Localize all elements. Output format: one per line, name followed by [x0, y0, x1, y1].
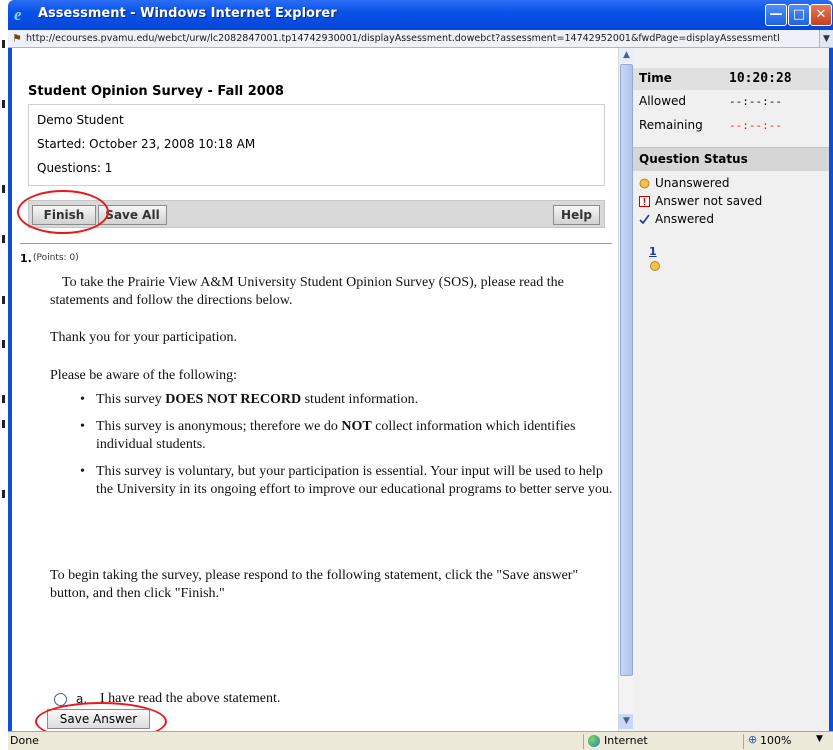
question-points: (Points: 0) — [33, 253, 79, 263]
time-label: Time — [639, 71, 672, 85]
browser-status-bar: Done Internet ⊕ 100% ▼ — [8, 731, 833, 750]
question-status-header: Question Status — [633, 147, 829, 171]
edge-mark — [2, 185, 5, 193]
intro-paragraph: To take the Prairie View A&M University … — [50, 275, 564, 308]
edge-mark — [2, 235, 5, 243]
unanswered-circle-icon — [650, 261, 660, 271]
help-button[interactable]: Help — [553, 205, 600, 225]
remaining-label: Remaining — [639, 118, 703, 132]
notice-item: This survey DOES NOT RECORD student info… — [72, 391, 617, 409]
vertical-scrollbar[interactable]: ▲ ▼ — [618, 48, 634, 731]
not-saved-icon — [639, 196, 650, 207]
status-separator — [743, 734, 744, 749]
close-icon: ✕ — [815, 7, 827, 22]
globe-icon — [588, 735, 600, 747]
maximize-icon: □ — [792, 7, 806, 22]
student-name: Demo Student — [37, 113, 124, 127]
notice-list: This survey DOES NOT RECORD student info… — [72, 391, 617, 508]
question-status-title: Question Status — [639, 152, 748, 166]
assessment-content: Student Opinion Survey - Fall 2008 Demo … — [12, 48, 618, 741]
finish-highlight-ring — [17, 190, 109, 234]
zoom-level[interactable]: 100% — [760, 734, 791, 747]
scroll-down-button[interactable]: ▼ — [619, 714, 634, 729]
status-separator — [583, 734, 584, 749]
notice-item: This survey is anonymous; therefore we d… — [72, 418, 617, 454]
maximize-button[interactable]: □ — [788, 4, 810, 26]
notice-item: This survey is voluntary, but your parti… — [72, 463, 617, 499]
security-zone: Internet — [604, 734, 648, 747]
zoom-dropdown-icon[interactable]: ▼ — [816, 734, 823, 744]
question-number: 1. — [20, 252, 32, 265]
edge-mark — [2, 296, 5, 304]
divider — [20, 243, 612, 244]
assessment-toolbar: Finish Save All Help — [28, 200, 605, 228]
edge-mark — [2, 340, 5, 348]
address-dropdown-button[interactable]: ▼ — [819, 30, 833, 47]
scroll-up-button[interactable]: ▲ — [619, 48, 634, 63]
checkmark-icon — [639, 214, 650, 225]
edge-mark — [2, 395, 5, 403]
instruction-paragraph: To begin taking the survey, please respo… — [50, 568, 579, 601]
thanks-paragraph: Thank you for your participation. — [50, 330, 238, 345]
address-bar[interactable]: ⚑ http://ecourses.pvamu.edu/webct/urw/lc… — [8, 30, 833, 48]
survey-title: Student Opinion Survey - Fall 2008 — [28, 84, 284, 99]
edge-mark — [2, 100, 5, 108]
chevron-down-icon: ▼ — [623, 716, 630, 726]
aware-paragraph: Please be aware of the following: — [50, 368, 237, 383]
allowed-value: --:--:-- — [729, 95, 782, 108]
time-value: 10:20:28 — [729, 71, 792, 86]
remaining-value: --:--:-- — [729, 119, 782, 132]
edge-mark — [2, 40, 5, 48]
unanswered-circle-icon — [639, 178, 650, 189]
address-url[interactable]: http://ecourses.pvamu.edu/webct/urw/lc20… — [26, 33, 780, 44]
started-time: Started: October 23, 2008 10:18 AM — [37, 137, 256, 151]
question-count: Questions: 1 — [37, 161, 113, 175]
assessment-info-box: Demo Student Started: October 23, 2008 1… — [28, 104, 605, 186]
window-frame-right — [829, 48, 833, 731]
edge-mark — [2, 490, 5, 498]
chevron-up-icon: ▲ — [623, 50, 630, 60]
status-text: Done — [10, 734, 39, 747]
question-1-link[interactable]: 1 — [649, 245, 657, 258]
allowed-label: Allowed — [639, 94, 687, 108]
internet-explorer-icon: e — [14, 5, 22, 24]
background-page-edge — [0, 0, 8, 750]
timer-header: Time 10:20:28 — [633, 68, 829, 90]
minimize-icon: — — [769, 7, 783, 22]
window-title-bar[interactable]: e Assessment - Windows Internet Explorer… — [8, 0, 833, 30]
minimize-button[interactable]: — — [765, 4, 787, 26]
chevron-down-icon: ▼ — [823, 34, 830, 44]
close-button[interactable]: ✕ — [810, 4, 832, 26]
assessment-side-panel: Time 10:20:28 Allowed --:--:-- Remaining… — [633, 48, 829, 731]
window-title: Assessment - Windows Internet Explorer — [38, 6, 337, 21]
scroll-thumb[interactable] — [620, 64, 633, 676]
page-icon: ⚑ — [12, 32, 22, 45]
edge-mark — [2, 420, 5, 428]
zoom-icon[interactable]: ⊕ — [748, 733, 757, 746]
